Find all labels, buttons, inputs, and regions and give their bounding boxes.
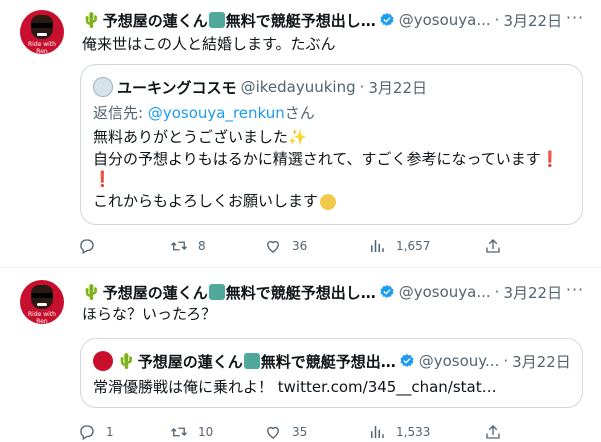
retweet-count: 8: [198, 239, 206, 253]
avatar[interactable]: Ride with Ren: [20, 280, 64, 324]
tweet[interactable]: Ride with Ren 🌵 予想屋の蓮くん 無料で競艇予想出し… @yoso…: [0, 0, 601, 260]
reply-context: 返信先: @yosouya_renkunさん: [93, 103, 315, 123]
avatar-caption: Ride with Ren: [28, 41, 56, 54]
retweet-button[interactable]: 10: [170, 422, 213, 442]
separator-dot: ·: [494, 283, 500, 301]
avatar[interactable]: Ride with Ren: [20, 10, 64, 54]
quote-separator-dot: ·: [359, 78, 365, 96]
avatar-glasses: [31, 293, 53, 298]
tweet-header: 🌵 予想屋の蓮くん 無料で競艇予想出し… @yosouya... · 3月22日: [82, 8, 562, 32]
quoted-tweet[interactable]: ユーキングコスモ @ikedayuuking · 3月22日 返信先: @yos…: [80, 64, 583, 225]
verified-icon: [380, 285, 394, 298]
reply-button[interactable]: 1: [78, 422, 114, 442]
quote-text: 自分の予想よりもはるかに精選されて、すごく参考になっています: [93, 150, 541, 168]
views-count: 1,657: [396, 239, 431, 253]
reply-prefix: 返信先:: [93, 104, 148, 122]
views-button[interactable]: 1,533: [368, 422, 430, 442]
display-name[interactable]: 予想屋の蓮くん: [103, 282, 208, 303]
display-name[interactable]: 予想屋の蓮くん: [103, 10, 208, 31]
handle[interactable]: @yosouya...: [399, 283, 491, 301]
retweet-icon: [171, 427, 187, 437]
tweet-text: ほらな？いったろ？: [82, 305, 217, 323]
quote-display-name-suffix: 無料で競艇予想出…: [260, 352, 396, 371]
avatar-glasses: [31, 23, 53, 28]
views-icon: [371, 426, 384, 438]
quote-separator-dot: ·: [503, 352, 509, 370]
quote-handle: @yosouy...: [418, 352, 500, 370]
quote-display-name: 予想屋の蓮くん: [137, 352, 243, 371]
reply-count: 1: [106, 425, 114, 439]
tweet-date[interactable]: 3月22日: [503, 282, 562, 303]
like-button[interactable]: 36: [264, 236, 307, 256]
quote-display-name: ユーキングコスモ: [117, 78, 237, 97]
tweet-header: 🌵 予想屋の蓮くん 無料で競艇予想出し… @yosouya... · 3月22日: [82, 280, 562, 304]
reply-button[interactable]: [78, 236, 106, 256]
tweet-actions: 8 36 1,657: [78, 236, 500, 256]
quote-date: 3月22日: [368, 78, 428, 97]
more-icon[interactable]: ···: [565, 10, 585, 32]
display-name-suffix[interactable]: 無料で競艇予想出し…: [226, 10, 376, 31]
sparkle-icon: ✨: [288, 128, 307, 146]
share-icon: [486, 425, 500, 439]
statue-icon: [208, 12, 225, 28]
quote-text: これからもよろしくお願いします: [93, 192, 319, 210]
share-button[interactable]: [484, 422, 512, 442]
cactus-icon: 🌵: [117, 352, 136, 370]
quote-avatar[interactable]: [93, 351, 113, 371]
share-icon: [486, 239, 500, 253]
exclamation-icon: ❗: [540, 150, 560, 168]
views-icon: [371, 240, 384, 252]
tweet-actions: 1 10 35 1,533: [78, 422, 500, 442]
views-count: 1,533: [396, 425, 431, 439]
quote-date: 3月22日: [512, 352, 571, 371]
verified-icon: [380, 13, 394, 26]
avatar-caption: Ride with Ren: [28, 311, 56, 324]
reply-icon: [80, 239, 94, 254]
avatar-mouth: [37, 33, 47, 36]
cactus-icon: 🌵: [82, 11, 101, 29]
quote-header: 🌵 予想屋の蓮くん 無料で競艇予想出… @yosouy... · 3月22日: [93, 351, 571, 371]
tweet-date[interactable]: 3月22日: [503, 10, 562, 31]
like-count: 36: [292, 239, 308, 253]
quote-text-line: 無料ありがとうございました✨: [93, 127, 307, 147]
like-icon: [267, 426, 279, 439]
quote-avatar[interactable]: [93, 77, 113, 97]
quoted-tweet[interactable]: 🌵 予想屋の蓮くん 無料で競艇予想出… @yosouy... · 3月22日 常…: [80, 338, 583, 408]
avatar-mouth: [37, 303, 47, 306]
emoji-person-icon: [320, 193, 337, 210]
quote-header: ユーキングコスモ @ikedayuuking · 3月22日: [93, 77, 427, 97]
handle[interactable]: @yosouya...: [399, 11, 491, 29]
views-button[interactable]: 1,657: [368, 236, 430, 256]
more-icon[interactable]: ···: [565, 282, 585, 304]
like-button[interactable]: 35: [264, 422, 307, 442]
quote-text: 無料ありがとうございました: [93, 128, 289, 146]
share-button[interactable]: [484, 236, 512, 256]
quote-handle: @ikedayuuking: [240, 78, 356, 96]
retweet-icon: [171, 241, 187, 251]
cactus-icon: 🌵: [82, 283, 101, 301]
like-icon: [267, 240, 279, 253]
reply-icon: [80, 425, 94, 440]
tweet[interactable]: Ride with Ren 🌵 予想屋の蓮くん 無料で競艇予想出し… @yoso…: [0, 268, 601, 442]
separator-dot: ·: [494, 11, 500, 29]
retweet-count: 10: [198, 425, 214, 439]
tweet-text: 俺来世はこの人と結婚します。たぶん: [82, 35, 336, 53]
quote-text: 常滑優勝戦は俺に乗れよ！ twitter.com/345__chan/stat…: [93, 378, 497, 396]
reply-suffix: さん: [284, 104, 315, 122]
quote-text-line: これからもよろしくお願いします: [93, 191, 337, 211]
reply-user-link[interactable]: @yosouya_renkun: [148, 104, 285, 122]
quote-text-line: 自分の予想よりもはるかに精選されて、すごく参考になっています❗: [93, 149, 559, 169]
verified-icon: [400, 354, 414, 367]
exclamation-icon: ❗: [93, 170, 112, 188]
display-name-suffix[interactable]: 無料で競艇予想出し…: [226, 282, 376, 303]
statue-icon: [243, 353, 260, 369]
quote-text-line: ❗: [93, 169, 112, 189]
retweet-button[interactable]: 8: [170, 236, 206, 256]
like-count: 35: [292, 425, 308, 439]
statue-icon: [208, 284, 225, 300]
